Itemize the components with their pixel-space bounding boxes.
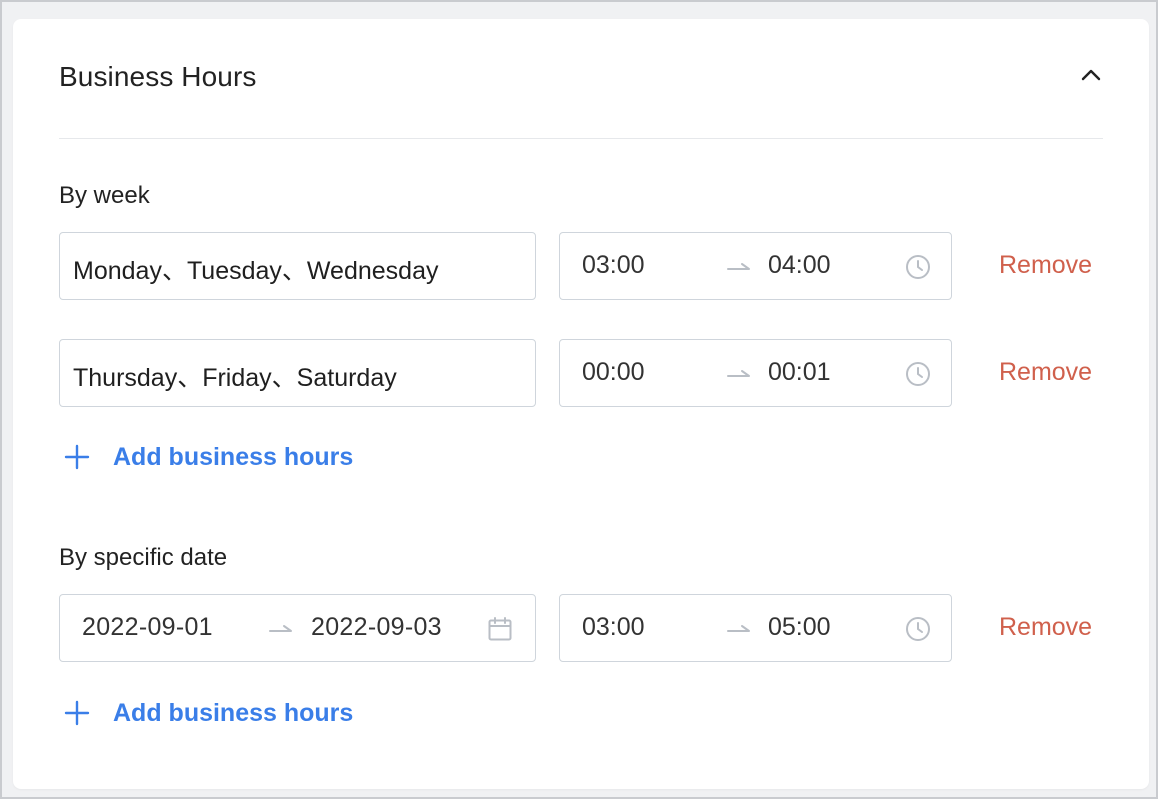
remove-button[interactable]: Remove	[999, 251, 1092, 280]
add-business-hours-label: Add business hours	[113, 698, 354, 727]
time-range-picker[interactable]: 00:00 00:01	[559, 339, 952, 407]
right-arrow-icon	[727, 625, 750, 632]
window-frame: Business Hours By week Monday、Tuesday、We…	[0, 0, 1158, 799]
remove-button[interactable]: Remove	[999, 613, 1092, 642]
collapse-button[interactable]	[1079, 63, 1103, 87]
calendar-icon	[488, 617, 512, 641]
time-range-picker[interactable]: 03:00 04:00	[559, 232, 952, 300]
start-time[interactable]: 03:00	[582, 613, 645, 642]
start-date[interactable]: 2022-09-01	[82, 613, 213, 642]
end-date[interactable]: 2022-09-03	[311, 613, 442, 642]
week-days-select[interactable]: Monday、Tuesday、Wednesday	[59, 232, 536, 300]
plus-icon	[64, 444, 90, 470]
clock-icon	[906, 617, 930, 641]
add-business-hours-button[interactable]: Add business hours	[63, 440, 353, 474]
by-week-label: By week	[59, 182, 150, 209]
date-range-picker[interactable]: 2022-09-01 2022-09-03	[59, 594, 536, 662]
add-business-hours-button[interactable]: Add business hours	[63, 696, 353, 730]
chevron-up-icon	[1081, 69, 1101, 81]
week-days-value: Thursday、Friday、Saturday	[73, 364, 397, 392]
start-time[interactable]: 03:00	[582, 251, 645, 280]
end-time[interactable]: 00:01	[768, 358, 831, 387]
end-time[interactable]: 05:00	[768, 613, 831, 642]
by-specific-date-label: By specific date	[59, 544, 228, 571]
add-business-hours-label: Add business hours	[113, 442, 354, 471]
card-header: Business Hours	[59, 19, 1103, 139]
card-title: Business Hours	[59, 61, 257, 92]
start-time[interactable]: 00:00	[582, 358, 645, 387]
week-days-value: Monday、Tuesday、Wednesday	[73, 257, 439, 285]
right-arrow-icon	[727, 263, 750, 270]
business-hours-card: Business Hours By week Monday、Tuesday、We…	[13, 19, 1149, 789]
clock-icon	[906, 255, 930, 279]
time-range-picker[interactable]: 03:00 05:00	[559, 594, 952, 662]
week-days-select[interactable]: Thursday、Friday、Saturday	[59, 339, 536, 407]
right-arrow-icon	[269, 625, 292, 632]
remove-button[interactable]: Remove	[999, 358, 1092, 387]
end-time[interactable]: 04:00	[768, 251, 831, 280]
plus-icon	[64, 700, 90, 726]
clock-icon	[906, 362, 930, 386]
right-arrow-icon	[727, 370, 750, 377]
